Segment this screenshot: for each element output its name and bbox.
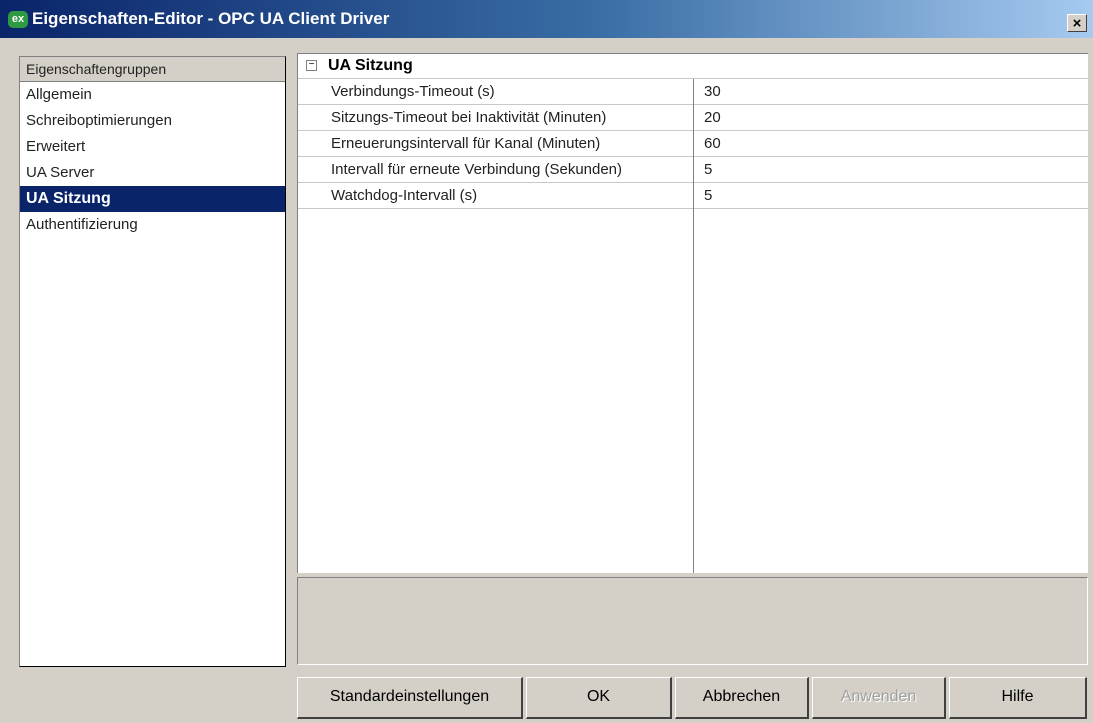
description-pane bbox=[297, 577, 1088, 665]
property-value[interactable]: 5 bbox=[704, 157, 712, 182]
sidebar-item-schreiboptimierungen[interactable]: Schreiboptimierungen bbox=[20, 108, 285, 134]
sidebar-item-ua-sitzung[interactable]: UA Sitzung bbox=[20, 186, 285, 212]
property-group-header[interactable]: − UA Sitzung bbox=[298, 54, 1088, 79]
close-icon[interactable]: × bbox=[1067, 14, 1087, 32]
sidebar-item-allgemein[interactable]: Allgemein bbox=[20, 82, 285, 108]
help-button[interactable]: Hilfe bbox=[949, 677, 1087, 719]
sidebar-item-ua-server[interactable]: UA Server bbox=[20, 160, 285, 186]
sidebar-item-authentifizierung[interactable]: Authentifizierung bbox=[20, 212, 285, 238]
property-value[interactable]: 20 bbox=[704, 105, 721, 130]
property-name: Verbindungs-Timeout (s) bbox=[331, 83, 495, 100]
property-name: Watchdog-Intervall (s) bbox=[331, 187, 478, 204]
column-divider[interactable] bbox=[693, 79, 694, 573]
property-groups-header: Eigenschaftengruppen bbox=[20, 57, 285, 82]
property-group-title: UA Sitzung bbox=[328, 57, 413, 74]
apply-button[interactable]: Anwenden bbox=[812, 677, 946, 719]
collapse-minus-icon[interactable]: − bbox=[306, 60, 317, 71]
ok-button[interactable]: OK bbox=[526, 677, 672, 719]
sidebar-item-erweitert[interactable]: Erweitert bbox=[20, 134, 285, 160]
defaults-button[interactable]: Standardeinstellungen bbox=[297, 677, 523, 719]
property-value[interactable]: 30 bbox=[704, 79, 721, 104]
property-value[interactable]: 60 bbox=[704, 131, 721, 156]
ex-app-icon: ex bbox=[8, 11, 28, 28]
cancel-button[interactable]: Abbrechen bbox=[675, 677, 809, 719]
property-name: Intervall für erneute Verbindung (Sekund… bbox=[331, 161, 623, 178]
property-name: Erneuerungsintervall für Kanal (Minuten) bbox=[331, 135, 601, 152]
property-grid: − UA Sitzung Verbindungs-Timeout (s) 30 … bbox=[297, 53, 1088, 573]
property-editor-window: ex Eigenschaften-Editor - OPC UA Client … bbox=[0, 0, 1093, 723]
property-groups-list: Eigenschaftengruppen Allgemein Schreibop… bbox=[19, 56, 286, 667]
property-value[interactable]: 5 bbox=[704, 183, 712, 208]
title-bar[interactable]: ex Eigenschaften-Editor - OPC UA Client … bbox=[0, 0, 1093, 38]
property-name: Sitzungs-Timeout bei Inaktivität (Minute… bbox=[331, 109, 607, 126]
window-title: Eigenschaften-Editor - OPC UA Client Dri… bbox=[32, 9, 390, 28]
